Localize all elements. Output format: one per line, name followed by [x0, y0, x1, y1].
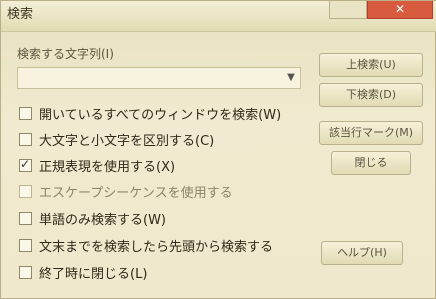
checkbox[interactable]: [19, 212, 32, 225]
checkbox[interactable]: [19, 266, 32, 279]
option-wrap-around[interactable]: 文末までを検索したら先頭から検索する: [19, 236, 274, 255]
checkbox[interactable]: [19, 107, 32, 120]
option-label: 開いているすべてのウィンドウを検索(W): [39, 108, 282, 123]
close-window-button[interactable]: ✕: [367, 1, 433, 19]
window-title: 検索: [7, 7, 34, 22]
find-down-button[interactable]: 下検索(D): [319, 83, 423, 107]
checkbox[interactable]: [19, 133, 32, 146]
close-button[interactable]: 閉じる: [331, 151, 411, 175]
option-label: エスケープシーケンスを使用する: [39, 186, 233, 201]
option-close-on-finish[interactable]: 終了時に閉じる(L): [19, 263, 148, 282]
option-use-regex[interactable]: 正規表現を使用する(X): [19, 156, 176, 175]
history-dropdown-icon[interactable]: ▼: [283, 69, 299, 87]
search-label: 検索する文字列(I): [17, 47, 114, 61]
option-whole-word[interactable]: 単語のみ検索する(W): [19, 209, 166, 228]
option-search-all-windows[interactable]: 開いているすべてのウィンドウを検索(W): [19, 104, 282, 123]
checkbox[interactable]: [19, 239, 32, 252]
help-button[interactable]: ヘルプ(H): [321, 241, 403, 265]
option-label: 終了時に閉じる(L): [39, 267, 148, 282]
close-icon: ✕: [394, 2, 406, 16]
search-input[interactable]: [17, 67, 301, 89]
option-label: 単語のみ検索する(W): [39, 213, 166, 228]
option-match-case[interactable]: 大文字と小文字を区別する(C): [19, 130, 215, 149]
option-label: 正規表現を使用する(X): [39, 160, 176, 175]
option-label: 大文字と小文字を区別する(C): [39, 134, 215, 149]
option-escape-sequence: エスケープシーケンスを使用する: [19, 182, 233, 201]
mark-all-button[interactable]: 該当行マーク(M): [319, 121, 423, 145]
checkbox-checked[interactable]: [19, 157, 32, 172]
minimize-button[interactable]: [329, 1, 367, 19]
find-dialog: 検索 ✕ 検索する文字列(I) ▼ 上検索(U) 下検索(D) 該当行マーク(M…: [0, 0, 436, 299]
title-bar[interactable]: 検索 ✕: [1, 1, 436, 32]
option-label: 文末までを検索したら先頭から検索する: [39, 240, 274, 255]
find-up-button[interactable]: 上検索(U): [319, 53, 423, 77]
checkbox-disabled: [19, 185, 32, 198]
